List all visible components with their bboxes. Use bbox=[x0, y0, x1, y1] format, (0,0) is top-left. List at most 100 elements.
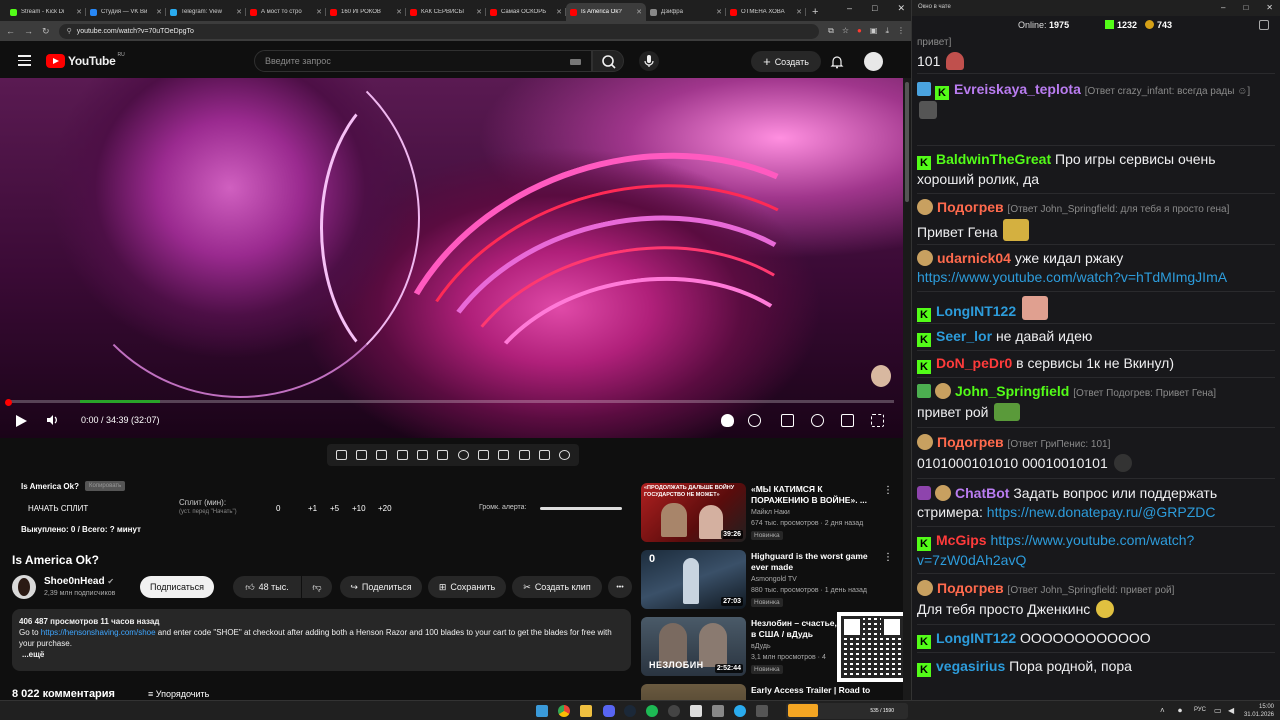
split-value-0[interactable]: 0 bbox=[276, 504, 280, 513]
theater-mode-icon[interactable] bbox=[841, 414, 854, 427]
download-icon[interactable]: ⤓ bbox=[885, 26, 889, 36]
start-split-button[interactable]: НАЧАТЬ СПЛИТ bbox=[28, 504, 88, 513]
translate-icon[interactable]: ⧉ bbox=[828, 26, 834, 36]
network-icon[interactable]: ▭ bbox=[1214, 706, 1222, 715]
chat-username[interactable]: Seer_lor bbox=[936, 328, 992, 344]
split-add-20-button[interactable]: +20 bbox=[378, 504, 392, 513]
screen-icon[interactable] bbox=[437, 450, 449, 460]
sponsorblock-icon[interactable] bbox=[721, 414, 734, 427]
show-more-link[interactable]: ...ещё bbox=[22, 649, 624, 660]
close-button[interactable]: ✕ bbox=[897, 3, 905, 14]
subscribe-button[interactable]: Подписаться bbox=[140, 576, 214, 598]
sort-comments-button[interactable]: ≡ Упорядочить bbox=[148, 689, 209, 699]
split-add-5-button[interactable]: +5 bbox=[330, 504, 339, 513]
mic-tray-icon[interactable]: ⏺ bbox=[1178, 706, 1182, 716]
browser-tab[interactable]: Студия — VK Ви ✕ bbox=[86, 3, 166, 21]
maximize-button[interactable]: □ bbox=[1243, 3, 1248, 12]
chat-username[interactable]: BaldwinTheGreat bbox=[936, 151, 1051, 167]
recommendation-item[interactable]: Early Access Trailer | Road to bbox=[641, 684, 907, 700]
volume-icon[interactable] bbox=[46, 414, 58, 426]
forward-icon[interactable]: → bbox=[24, 26, 33, 36]
recommendation-item[interactable]: 0 27:03 Highguard is the worst game ever… bbox=[641, 550, 907, 610]
gear-icon[interactable] bbox=[559, 450, 571, 460]
video-player[interactable]: 0:00 / 34:39 (32:07) bbox=[0, 78, 903, 438]
widescreen-icon[interactable] bbox=[477, 450, 489, 460]
chat-link[interactable]: https://www.youtube.com/watch?v=hTdMImgJ… bbox=[917, 269, 1227, 285]
telegram-icon[interactable] bbox=[734, 705, 746, 717]
split-add-1-button[interactable]: +1 bbox=[308, 504, 317, 513]
search-button[interactable] bbox=[592, 50, 624, 72]
more-options-icon[interactable]: ⋮ bbox=[883, 485, 893, 496]
video-thumbnail[interactable]: 0 27:03 bbox=[641, 550, 746, 609]
chat-link[interactable]: https://new.donatepay.ru/@GRPZDC bbox=[987, 504, 1216, 520]
like-button[interactable]: 👍︎ 48 тыс. bbox=[233, 576, 301, 598]
minimize-button[interactable]: – bbox=[1221, 3, 1225, 12]
alert-volume-slider[interactable] bbox=[540, 507, 622, 510]
recommendation-item[interactable]: «ПРОДОЛЖАТЬ ДАЛЬШЕ ВОЙНУ ГОСУДАРСТВО НЕ … bbox=[641, 483, 907, 543]
scrubber-handle[interactable] bbox=[5, 399, 12, 406]
back-icon[interactable]: ← bbox=[6, 26, 15, 36]
tab-close-icon[interactable]: ✕ bbox=[236, 8, 242, 16]
browser-tab[interactable]: Самая ОСКОРБ ✕ bbox=[486, 3, 566, 21]
donation-widget[interactable]: 535 / 1590 bbox=[786, 703, 908, 719]
chat-username[interactable]: McGips bbox=[936, 532, 987, 548]
scrollbar-thumb[interactable] bbox=[905, 82, 909, 202]
copy-button[interactable]: Копировать bbox=[85, 481, 126, 491]
chat-username[interactable]: LongINT122 bbox=[936, 630, 1016, 646]
extension-icon[interactable]: ▣ bbox=[870, 26, 878, 36]
tab-close-icon[interactable]: ✕ bbox=[636, 8, 642, 16]
browser-tab[interactable]: Is America Ok? ✕ bbox=[566, 3, 646, 21]
chrome-icon[interactable] bbox=[558, 705, 570, 717]
close-button[interactable]: ✕ bbox=[1266, 3, 1273, 12]
chat-username[interactable]: Подогрев bbox=[937, 580, 1004, 596]
recommendation-title[interactable]: Highguard is the worst game ever made bbox=[751, 551, 879, 573]
recommendation-channel[interactable]: вДудь bbox=[751, 643, 771, 650]
app-icon[interactable] bbox=[712, 705, 724, 717]
chat-username[interactable]: Evreiskaya_teplota bbox=[954, 81, 1081, 97]
discord-icon[interactable] bbox=[603, 705, 615, 717]
channel-avatar[interactable] bbox=[12, 575, 36, 599]
picture-in-picture-icon[interactable] bbox=[416, 450, 428, 460]
expand-icon[interactable] bbox=[1259, 20, 1269, 30]
chat-username[interactable]: vegasirius bbox=[936, 658, 1005, 674]
chat-username[interactable]: Подогрев bbox=[937, 199, 1004, 215]
camera-settings-icon[interactable] bbox=[376, 450, 388, 460]
browser-tab[interactable]: А мост то стро ✕ bbox=[246, 3, 326, 21]
account-avatar[interactable] bbox=[864, 52, 883, 71]
dislike-button[interactable]: 👎︎ bbox=[302, 576, 332, 598]
tray-chevron-icon[interactable]: ˄ bbox=[1160, 706, 1165, 715]
browser-tab[interactable]: ОТМЕНА ХОВА ✕ bbox=[726, 3, 806, 21]
language-indicator[interactable]: РУС bbox=[1194, 707, 1206, 713]
channel-watermark[interactable] bbox=[871, 365, 891, 387]
chat-username[interactable]: ChatBot bbox=[955, 485, 1009, 501]
flask-icon[interactable] bbox=[538, 450, 550, 460]
tab-close-icon[interactable]: ✕ bbox=[556, 8, 562, 16]
url-input[interactable]: ⚲ youtube.com/watch?v=70uTOeDpgTo bbox=[58, 23, 820, 39]
bookmark-star-icon[interactable]: ☆ bbox=[842, 26, 849, 36]
new-tab-button[interactable]: + bbox=[812, 6, 818, 18]
volume-tray-icon[interactable]: ◀ bbox=[1228, 706, 1234, 715]
chat-username[interactable]: Подогрев bbox=[937, 434, 1004, 450]
chat-username[interactable]: John_Springfield bbox=[955, 383, 1069, 399]
browser-tab[interactable]: Telegram: View ✕ bbox=[166, 3, 246, 21]
calendar-icon[interactable] bbox=[396, 450, 408, 460]
speed-icon[interactable] bbox=[457, 450, 469, 460]
save-button[interactable]: ⊞ Сохранить bbox=[428, 576, 506, 598]
create-button[interactable]: + Создать bbox=[751, 51, 821, 72]
settings-gear-icon[interactable] bbox=[811, 414, 824, 427]
audio-icon[interactable] bbox=[355, 450, 367, 460]
browser-tab[interactable]: Дзифра ✕ bbox=[646, 3, 726, 21]
fullscreen-icon[interactable] bbox=[871, 414, 884, 427]
more-options-icon[interactable]: ⋮ bbox=[883, 552, 893, 563]
recommendation-channel[interactable]: Asmongold TV bbox=[751, 576, 797, 583]
loop-icon[interactable] bbox=[335, 450, 347, 460]
tab-close-icon[interactable]: ✕ bbox=[396, 8, 402, 16]
channel-name[interactable]: Shoe0nHead ✔ bbox=[44, 576, 114, 587]
app-icon[interactable] bbox=[690, 705, 702, 717]
browser-tab[interactable]: КАК СЕРВИСЫ ✕ bbox=[406, 3, 486, 21]
spotify-icon[interactable] bbox=[646, 705, 658, 717]
app-icon[interactable] bbox=[756, 705, 768, 717]
minimize-button[interactable]: – bbox=[847, 3, 852, 14]
menu-icon[interactable]: ⋮ bbox=[897, 26, 905, 36]
youtube-logo[interactable]: YouTube RU bbox=[46, 52, 125, 68]
